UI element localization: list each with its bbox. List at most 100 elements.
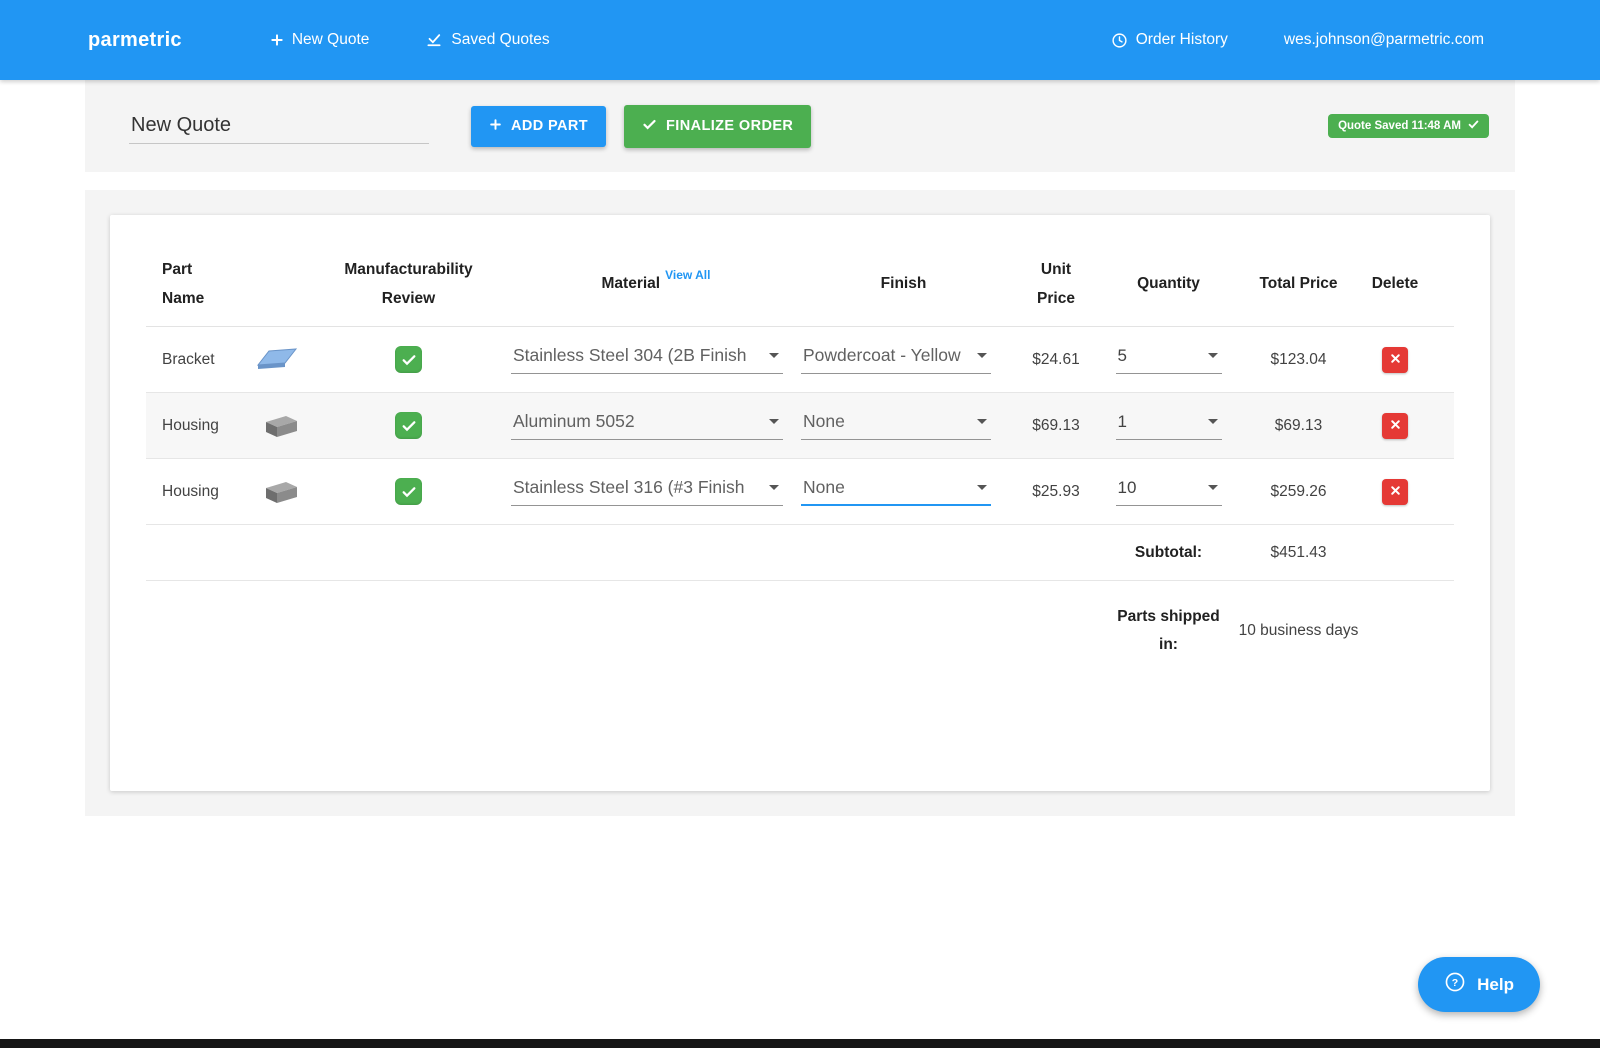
col-header-material: Material View All <box>511 270 801 299</box>
chevron-down-icon <box>977 353 987 358</box>
nav-saved-quotes[interactable]: Saved Quotes <box>425 31 549 49</box>
add-part-button[interactable]: ADD PART <box>471 106 606 147</box>
part-name: Bracket <box>162 351 215 369</box>
delete-button[interactable] <box>1382 347 1408 373</box>
check-icon <box>1468 119 1479 133</box>
nav-new-quote-label: New Quote <box>292 31 370 49</box>
section-gap <box>0 172 1600 190</box>
part-cell: Housing <box>146 478 306 506</box>
finish-select[interactable]: None <box>801 477 991 506</box>
col-header-total-price: Total Price <box>1231 270 1366 299</box>
quantity-cell: 10 <box>1106 478 1231 506</box>
table-row: Bracket Stainless Steel 304 (2B Finish P… <box>146 327 1454 393</box>
x-icon <box>1389 418 1402 434</box>
quantity-cell: 5 <box>1106 346 1231 374</box>
shipping-row: Parts shipped in: 10 business days <box>146 581 1454 681</box>
col-header-review: ManufacturabilityReview <box>306 256 511 313</box>
chevron-down-icon <box>977 419 987 424</box>
part-cell: Housing <box>146 412 306 440</box>
col-header-finish: Finish <box>801 270 1006 299</box>
review-cell <box>306 412 511 439</box>
chevron-down-icon <box>1208 353 1218 358</box>
chevron-down-icon <box>769 353 779 358</box>
table-row: Housing Aluminum 5052 None $6 <box>146 393 1454 459</box>
chevron-down-icon <box>1208 419 1218 424</box>
part-thumbnail-icon[interactable] <box>261 478 301 506</box>
subtotal-row: Subtotal: $451.43 <box>146 525 1454 581</box>
plus-icon <box>270 33 284 47</box>
view-all-link[interactable]: View All <box>665 264 710 286</box>
unit-price: $24.61 <box>1006 351 1106 369</box>
navbar-right: Order History wes.johnson@parmetric.com <box>1111 31 1484 49</box>
part-name: Housing <box>162 483 219 501</box>
clock-icon <box>1111 32 1128 49</box>
delete-cell <box>1366 413 1424 439</box>
delete-button[interactable] <box>1382 479 1408 505</box>
chevron-down-icon <box>769 419 779 424</box>
total-price: $69.13 <box>1231 417 1366 435</box>
nav-order-history-label: Order History <box>1136 31 1228 49</box>
x-icon <box>1389 352 1402 368</box>
quantity-cell: 1 <box>1106 412 1231 440</box>
quote-saved-badge: Quote Saved 11:48 AM <box>1328 114 1489 138</box>
col-header-unit-price: UnitPrice <box>1006 256 1106 313</box>
table-row: Housing Stainless Steel 316 (#3 Finish N… <box>146 459 1454 525</box>
add-part-label: ADD PART <box>511 118 588 134</box>
unit-price: $69.13 <box>1006 417 1106 435</box>
review-checkbox[interactable] <box>395 412 422 439</box>
review-checkbox[interactable] <box>395 346 422 373</box>
quote-bar-band: ADD PART FINALIZE ORDER Quote Saved 11:4… <box>85 80 1515 172</box>
finish-select[interactable]: None <box>801 411 991 440</box>
nav-saved-quotes-label: Saved Quotes <box>451 31 549 49</box>
help-button[interactable]: ? Help <box>1418 957 1540 1012</box>
total-price: $123.04 <box>1231 351 1366 369</box>
review-checkbox[interactable] <box>395 478 422 505</box>
help-icon: ? <box>1444 971 1466 998</box>
help-label: Help <box>1477 975 1514 995</box>
review-cell <box>306 346 511 373</box>
unit-price: $25.93 <box>1006 483 1106 501</box>
chevron-down-icon <box>1208 485 1218 490</box>
navbar-left: parmetric New Quote Saved Quotes <box>88 29 606 52</box>
part-cell: Bracket <box>146 348 306 372</box>
delete-cell <box>1366 479 1424 505</box>
review-cell <box>306 478 511 505</box>
subtotal-label: Subtotal: <box>1106 539 1231 567</box>
material-cell: Stainless Steel 316 (#3 Finish <box>511 477 801 506</box>
finalize-order-button[interactable]: FINALIZE ORDER <box>624 105 811 148</box>
quote-table-card: PartName ManufacturabilityReview Materia… <box>110 215 1490 791</box>
finish-cell: None <box>801 411 1006 440</box>
table-header-row: PartName ManufacturabilityReview Materia… <box>146 243 1454 327</box>
part-thumbnail-icon[interactable] <box>257 348 299 372</box>
col-header-delete: Delete <box>1366 270 1424 299</box>
check-icon <box>642 117 657 136</box>
chevron-down-icon <box>977 485 987 490</box>
material-select[interactable]: Stainless Steel 316 (#3 Finish <box>511 477 783 506</box>
subtotal-value: $451.43 <box>1231 539 1366 567</box>
saved-quotes-icon <box>425 31 443 49</box>
quote-saved-text: Quote Saved 11:48 AM <box>1338 120 1461 132</box>
quantity-select[interactable]: 5 <box>1116 346 1222 374</box>
shipping-label: Parts shipped in: <box>1106 603 1231 659</box>
brand-logo[interactable]: parmetric <box>88 29 182 52</box>
delete-button[interactable] <box>1382 413 1408 439</box>
quantity-select[interactable]: 1 <box>1116 412 1222 440</box>
part-thumbnail-icon[interactable] <box>261 412 301 440</box>
quote-bar: ADD PART FINALIZE ORDER Quote Saved 11:4… <box>85 80 1515 172</box>
finish-select[interactable]: Powdercoat - Yellow <box>801 345 991 374</box>
col-header-quantity: Quantity <box>1106 270 1231 299</box>
nav-new-quote[interactable]: New Quote <box>270 31 370 49</box>
shipping-value: 10 business days <box>1231 617 1366 645</box>
finish-cell: None <box>801 477 1006 506</box>
nav-order-history[interactable]: Order History <box>1111 31 1228 49</box>
part-name: Housing <box>162 417 219 435</box>
finalize-order-label: FINALIZE ORDER <box>666 118 793 134</box>
material-select[interactable]: Stainless Steel 304 (2B Finish <box>511 345 783 374</box>
quote-name-input[interactable] <box>129 108 429 144</box>
material-cell: Stainless Steel 304 (2B Finish <box>511 345 801 374</box>
material-select[interactable]: Aluminum 5052 <box>511 411 783 440</box>
delete-cell <box>1366 347 1424 373</box>
user-email[interactable]: wes.johnson@parmetric.com <box>1284 31 1484 49</box>
total-price: $259.26 <box>1231 483 1366 501</box>
quantity-select[interactable]: 10 <box>1116 478 1222 506</box>
